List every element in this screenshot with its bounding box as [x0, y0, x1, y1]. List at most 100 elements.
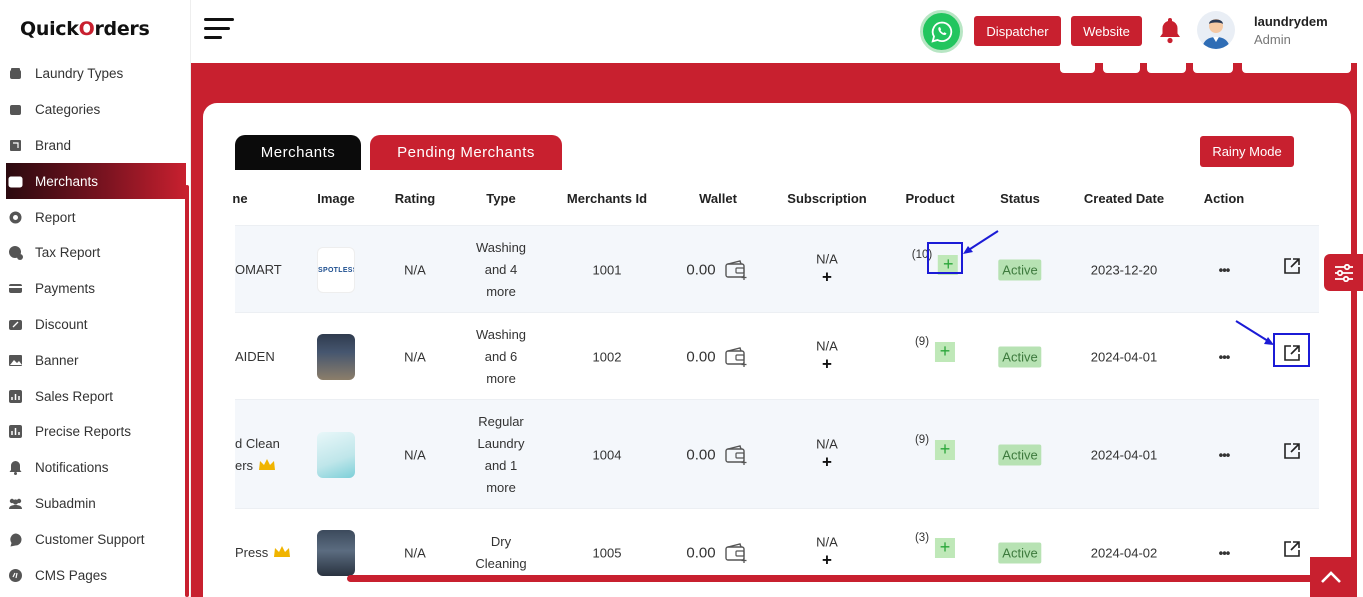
- notification-bell-icon[interactable]: [1157, 16, 1183, 49]
- sidebar-item-report[interactable]: Report: [0, 199, 191, 235]
- table-horizontal-scrollbar[interactable]: [347, 575, 1317, 582]
- col-merchant-id-header[interactable]: Merchants Id: [567, 191, 647, 206]
- add-subscription-button[interactable]: +: [816, 266, 838, 288]
- sidebar-item-label: Brand: [35, 137, 72, 153]
- crown-icon: [259, 458, 276, 470]
- col-subscription-header[interactable]: Subscription: [787, 191, 866, 206]
- header-tool-button[interactable]: [1060, 63, 1095, 73]
- user-name[interactable]: laundrydem: [1254, 14, 1328, 29]
- whatsapp-icon[interactable]: [920, 10, 963, 53]
- sidebar-item-discount[interactable]: Discount: [0, 307, 191, 343]
- col-status-header[interactable]: Status: [1000, 191, 1040, 206]
- sidebar-item-label: Tax Report: [35, 245, 101, 261]
- subscription-cell: N/A +: [816, 338, 838, 375]
- edit-external-link-icon[interactable]: [1283, 257, 1301, 275]
- more-actions-icon[interactable]: •••: [1219, 262, 1231, 277]
- dispatcher-button[interactable]: Dispatcher: [974, 16, 1061, 46]
- sidebar-item-notifications[interactable]: Notifications: [0, 450, 191, 486]
- sidebar-item-subadmin[interactable]: Subadmin: [0, 486, 191, 522]
- col-rating-header[interactable]: Rating: [395, 191, 435, 206]
- merchant-type-line: Cleaning: [475, 555, 527, 571]
- col-product-header[interactable]: Product: [905, 191, 954, 206]
- sidebar-item-banner[interactable]: Banner: [0, 342, 191, 378]
- edit-merchant-highlight: [1273, 333, 1310, 367]
- more-actions-icon[interactable]: •••: [1219, 545, 1231, 560]
- col-action-header[interactable]: Action: [1204, 191, 1244, 206]
- merchant-name[interactable]: OMART: [235, 262, 282, 277]
- add-subscription-button[interactable]: +: [816, 353, 838, 375]
- merchant-id: 1002: [592, 349, 622, 364]
- status-badge[interactable]: Active: [998, 259, 1042, 280]
- more-actions-icon[interactable]: •••: [1219, 447, 1231, 462]
- status-badge[interactable]: Active: [998, 444, 1042, 465]
- col-created-date-header[interactable]: Created Date: [1084, 191, 1164, 206]
- merchant-type-line: more: [486, 370, 516, 386]
- sidebar-item-tax-report[interactable]: Tax Report: [0, 235, 191, 271]
- app-root: QuickOrders Laundry Types Categories Brand…: [0, 0, 1363, 597]
- merchant-name[interactable]: AIDEN: [235, 349, 275, 364]
- merchant-type: Washing and 6 more: [461, 324, 541, 390]
- merchant-type: Regular Laundry and 1 more: [461, 411, 541, 499]
- sidebar-item-categories[interactable]: Categories: [0, 92, 191, 128]
- discount-icon: [8, 317, 23, 332]
- table-row[interactable]: d Clean ers N/A Regular Laundry and 1 more 1004…: [235, 399, 1319, 508]
- header-tool-button[interactable]: [1193, 63, 1233, 73]
- sidebar-item-brand[interactable]: Brand: [0, 128, 191, 164]
- scroll-to-top-button[interactable]: [1310, 557, 1352, 597]
- sidebar-item-payments[interactable]: Payments: [0, 271, 191, 307]
- sidebar-item-sales-report[interactable]: Sales Report: [0, 378, 191, 414]
- sidebar-scrollbar[interactable]: [185, 185, 189, 597]
- merchant-name[interactable]: Press: [235, 545, 268, 560]
- wallet-icon[interactable]: [724, 346, 750, 368]
- edit-external-link-icon[interactable]: [1283, 442, 1301, 460]
- sidebar-item-laundry-types[interactable]: Laundry Types: [0, 56, 191, 92]
- precise-reports-icon: [8, 424, 23, 439]
- sidebar-item-customer-support[interactable]: Customer Support: [0, 521, 191, 557]
- subadmin-icon: [8, 496, 23, 511]
- col-type-header[interactable]: Type: [486, 191, 515, 206]
- merchant-image[interactable]: SPOTLESS: [317, 246, 355, 293]
- header-search-box[interactable]: [1242, 63, 1351, 73]
- col-image-header[interactable]: Image: [317, 191, 355, 206]
- add-subscription-button[interactable]: +: [816, 549, 838, 571]
- merchant-name-line2[interactable]: ers: [235, 458, 253, 473]
- add-subscription-button[interactable]: +: [816, 451, 838, 473]
- sidebar-item-precise-reports[interactable]: Precise Reports: [0, 414, 191, 450]
- merchant-image[interactable]: [317, 529, 355, 576]
- menu-toggle-icon[interactable]: [204, 18, 234, 42]
- table-row[interactable]: OMART SPOTLESS N/A Washing and 4 more 1001 0.00…: [235, 225, 1319, 312]
- created-date: 2024-04-01: [1090, 349, 1158, 364]
- header-tool-button[interactable]: [1147, 63, 1186, 73]
- tab-merchants[interactable]: Merchants: [235, 135, 361, 170]
- thumb-text: SPOTLESS: [318, 266, 355, 274]
- tab-pending-merchants[interactable]: Pending Merchants: [370, 135, 562, 170]
- merchant-name[interactable]: d Clean: [235, 436, 280, 451]
- sidebar-item-label: Notifications: [35, 460, 109, 476]
- merchant-type-line: Washing: [475, 239, 527, 255]
- merchant-image[interactable]: [317, 431, 355, 478]
- col-wallet-header[interactable]: Wallet: [699, 191, 737, 206]
- more-actions-icon[interactable]: •••: [1219, 349, 1231, 364]
- wallet-icon[interactable]: [724, 444, 750, 466]
- edit-external-link-icon[interactable]: [1283, 540, 1301, 558]
- add-product-button[interactable]: +: [935, 537, 956, 558]
- sidebar-item-merchants[interactable]: Merchants: [6, 163, 186, 200]
- filter-settings-icon[interactable]: [1324, 254, 1363, 291]
- user-avatar[interactable]: [1197, 11, 1235, 49]
- annotation-arrow-icon: [963, 230, 999, 254]
- table-row[interactable]: AIDEN N/A Washing and 6 more 1002 0.00 N/A + (9) +…: [235, 312, 1319, 399]
- rainy-mode-button[interactable]: Rainy Mode: [1200, 136, 1294, 167]
- wallet-icon[interactable]: [724, 259, 750, 281]
- col-name-header[interactable]: ne: [232, 191, 247, 206]
- merchant-image[interactable]: [317, 333, 355, 380]
- add-product-button[interactable]: +: [935, 439, 956, 460]
- status-cell: Active: [998, 542, 1042, 563]
- quickorders-logo[interactable]: QuickOrders: [20, 18, 150, 40]
- sidebar-item-cms-pages[interactable]: CMS Pages: [0, 557, 191, 593]
- add-product-button[interactable]: +: [935, 341, 956, 362]
- wallet-icon[interactable]: [724, 542, 750, 564]
- header-tool-button[interactable]: [1103, 63, 1140, 73]
- status-badge[interactable]: Active: [998, 542, 1042, 563]
- website-button[interactable]: Website: [1071, 16, 1142, 46]
- status-badge[interactable]: Active: [998, 346, 1042, 367]
